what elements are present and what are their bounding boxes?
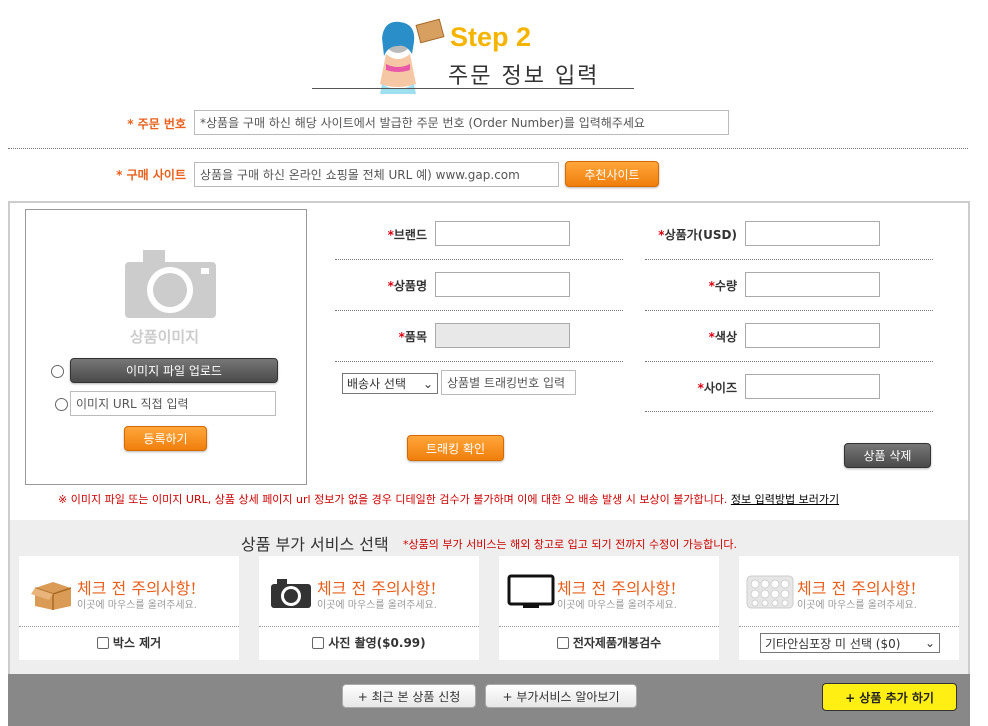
price-label-text: 상품가(USD)	[664, 228, 737, 242]
packaging-select-value: 기타안심포장 미 선택 ($0)	[765, 636, 901, 651]
quantity-label: *수량	[708, 279, 737, 293]
product-name-label-text: 상품명	[393, 279, 427, 293]
notice-text: ※ 이미지 파일 또는 이미지 URL, 상품 상세 페이지 url 정보가 없…	[58, 491, 839, 507]
service-info-button[interactable]: + 부가서비스 알아보기	[485, 684, 637, 708]
quantity-label-text: 수량	[714, 279, 737, 293]
color-label: *색상	[708, 330, 737, 344]
service-card-photo: 체크 전 주의사항! 이곳에 마우스를 올려주세요. 사진 촬영($0.99)	[259, 556, 479, 660]
mascot-figure	[368, 14, 448, 94]
brand-label: *브랜드	[387, 228, 427, 242]
input-guide-link[interactable]: 정보 입력방법 보러가기	[731, 493, 839, 506]
delete-product-button[interactable]: 상품 삭제	[844, 443, 931, 468]
recent-products-button[interactable]: + 최근 본 상품 신청	[342, 684, 476, 708]
category-label: *품목	[398, 330, 427, 344]
box-removal-option[interactable]: 박스 제거	[19, 634, 239, 651]
price-input[interactable]	[745, 221, 880, 246]
notice-message: ※ 이미지 파일 또는 이미지 URL, 상품 상세 페이지 url 정보가 없…	[58, 493, 728, 506]
category-input[interactable]	[435, 323, 570, 348]
divider	[645, 259, 933, 260]
electronics-inspection-option[interactable]: 전자제품개봉검수	[499, 634, 719, 651]
divider	[335, 259, 623, 260]
product-name-input[interactable]	[435, 272, 570, 297]
divider	[499, 626, 719, 627]
price-label: *상품가(USD)	[658, 228, 737, 242]
camera-placeholder-icon	[123, 248, 218, 320]
add-product-button[interactable]: + 상품 추가 하기	[822, 683, 957, 711]
electronics-inspection-label: 전자제품개봉검수	[572, 636, 662, 650]
color-label-text: 색상	[714, 330, 737, 344]
electronics-inspection-checkbox[interactable]	[556, 636, 569, 649]
upload-image-button[interactable]: 이미지 파일 업로드	[70, 358, 278, 383]
box-removal-label: 박스 제거	[112, 636, 162, 650]
camera-icon	[269, 576, 313, 613]
box-removal-checkbox[interactable]	[96, 636, 109, 649]
divider	[645, 411, 933, 412]
divider	[335, 361, 623, 362]
image-url-input[interactable]: 이미지 URL 직접 입력	[70, 391, 276, 416]
carrier-select-value: 배송사 선택	[347, 377, 407, 391]
service-card-electronics: 체크 전 주의사항! 이곳에 마우스를 올려주세요. 전자제품개봉검수	[499, 556, 719, 660]
image-placeholder-label: 상품이미지	[130, 328, 200, 346]
brand-label-text: 브랜드	[393, 228, 427, 242]
tracking-confirm-button[interactable]: 트래킹 확인	[407, 435, 504, 461]
photo-checkbox[interactable]	[312, 636, 325, 649]
category-label-text: 품목	[404, 330, 427, 344]
purchase-site-input[interactable]: 상품을 구매 하신 온라인 쇼핑몰 전체 URL 예) www.gap.com	[194, 162, 559, 187]
register-image-button[interactable]: 등록하기	[124, 426, 207, 451]
box-icon	[31, 578, 75, 613]
monitor-icon	[507, 574, 555, 613]
image-url-radio[interactable]	[55, 398, 68, 411]
quantity-input[interactable]	[745, 272, 880, 297]
service-card-packaging: 체크 전 주의사항! 이곳에 마우스를 올려주세요. 기타안심포장 미 선택 (…	[739, 556, 959, 660]
divider	[8, 148, 968, 149]
purchase-site-label: * 구매 사이트	[116, 168, 186, 182]
service-title: 상품 부가 서비스 선택	[241, 535, 389, 554]
divider	[645, 310, 933, 311]
divider	[645, 361, 933, 362]
size-label-text: 사이즈	[703, 381, 737, 395]
size-label: *사이즈	[697, 381, 737, 395]
service-card-box-removal: 체크 전 주의사항! 이곳에 마우스를 올려주세요. 박스 제거	[19, 556, 239, 660]
photo-option[interactable]: 사진 촬영($0.99)	[259, 634, 479, 651]
size-input[interactable]	[745, 374, 880, 399]
carrier-select[interactable]: 배송사 선택 ⌄	[342, 373, 438, 394]
order-number-input[interactable]: *상품을 구매 하신 해당 사이트에서 발급한 주문 번호 (Order Num…	[194, 110, 729, 135]
service-note: *상품의 부가 서비스는 해외 창고로 입고 되기 전까지 수정이 가능합니다.	[403, 538, 737, 551]
step-subtitle: 주문 정보 입력	[448, 64, 600, 89]
packaging-select[interactable]: 기타안심포장 미 선택 ($0) ⌄	[760, 633, 940, 653]
divider	[335, 310, 623, 311]
divider	[739, 626, 959, 627]
service-card-hint[interactable]: 이곳에 마우스를 올려주세요.	[797, 596, 917, 611]
brand-input[interactable]	[435, 221, 570, 246]
upload-file-radio[interactable]	[51, 365, 64, 378]
chevron-down-icon: ⌄	[924, 636, 935, 650]
bubble-wrap-icon	[745, 572, 795, 615]
divider	[19, 626, 239, 627]
service-card-hint[interactable]: 이곳에 마우스를 올려주세요.	[317, 596, 437, 611]
service-card-hint[interactable]: 이곳에 마우스를 올려주세요.	[77, 596, 197, 611]
header-divider	[312, 88, 634, 89]
tracking-number-input[interactable]: 상품별 트래킹번호 입력	[441, 370, 576, 395]
product-name-label: *상품명	[387, 279, 427, 293]
service-card-hint[interactable]: 이곳에 마우스를 올려주세요.	[557, 596, 677, 611]
color-input[interactable]	[745, 323, 880, 348]
photo-label: 사진 촬영($0.99)	[328, 636, 426, 650]
chevron-down-icon: ⌄	[422, 376, 433, 391]
order-number-label: * 주문 번호	[127, 117, 186, 131]
divider	[259, 626, 479, 627]
recommend-site-button[interactable]: 추천사이트	[565, 161, 659, 187]
step-title: Step 2	[450, 22, 532, 52]
